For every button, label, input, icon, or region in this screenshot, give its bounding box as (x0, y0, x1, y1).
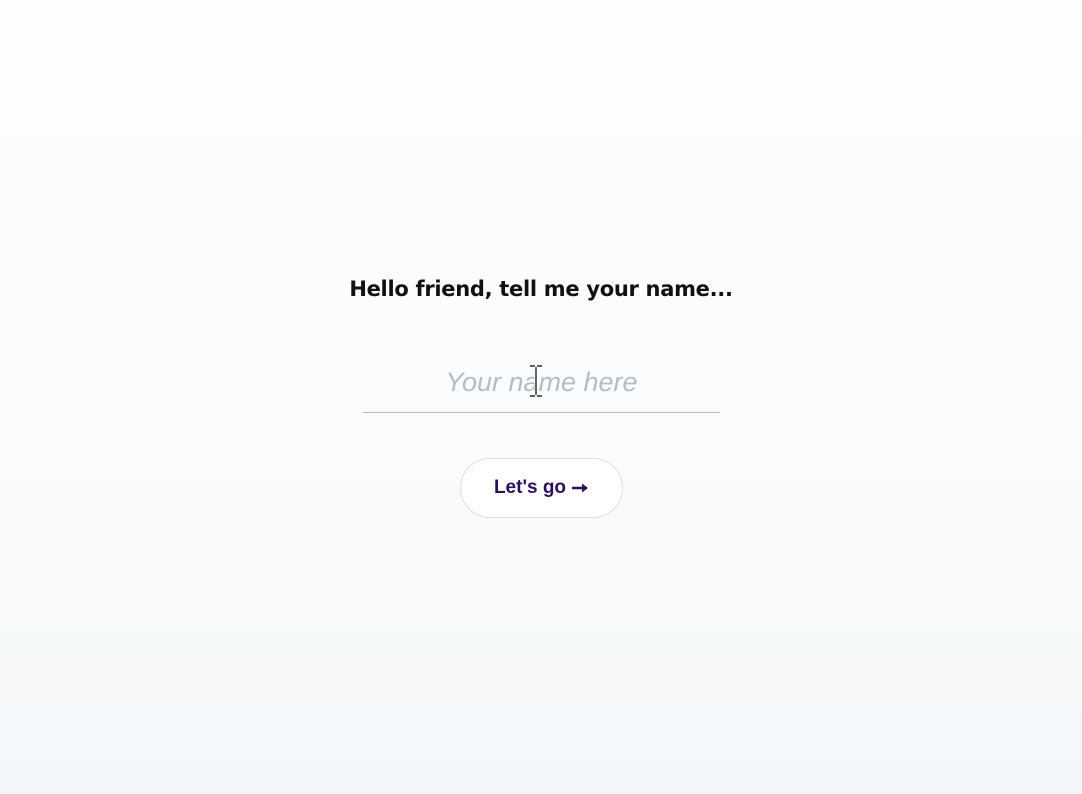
arrow-right-icon (572, 483, 589, 493)
lets-go-button[interactable]: Let's go (460, 458, 623, 518)
name-input[interactable] (363, 356, 720, 408)
page-container: Hello friend, tell me your name... Let's… (0, 0, 1082, 794)
greeting-heading: Hello friend, tell me your name... (349, 277, 733, 301)
name-field (363, 356, 720, 413)
lets-go-label: Let's go (493, 477, 567, 498)
